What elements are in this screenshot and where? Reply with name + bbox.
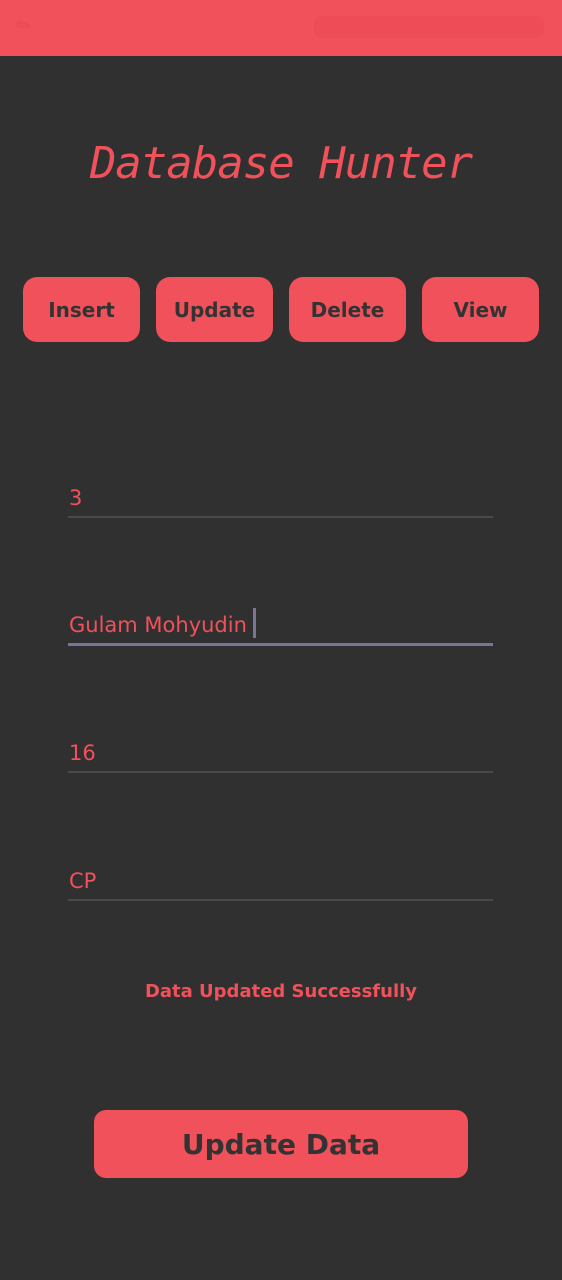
status-bar: ✎ xyxy=(0,0,562,56)
insert-button[interactable]: Insert xyxy=(23,277,140,342)
age-field-underline xyxy=(68,771,493,773)
course-field-underline xyxy=(68,899,493,901)
update-data-button[interactable]: Update Data xyxy=(94,1110,468,1178)
text-cursor xyxy=(252,608,256,638)
status-message: Data Updated Successfully xyxy=(144,981,418,1002)
delete-button[interactable]: Delete xyxy=(289,277,406,342)
name-field-underline xyxy=(68,643,493,646)
view-button[interactable]: View xyxy=(422,277,539,342)
course-field[interactable]: CP xyxy=(68,851,493,901)
update-button[interactable]: Update xyxy=(156,277,273,342)
id-field[interactable]: 3 xyxy=(68,468,493,518)
name-field-value: Gulam Mohyudin xyxy=(69,613,247,637)
name-field-value-wrapper: Gulam Mohyudin xyxy=(69,608,256,638)
age-field[interactable]: 16 xyxy=(68,723,493,773)
id-field-value: 3 xyxy=(69,486,83,510)
name-field[interactable]: Gulam Mohyudin xyxy=(68,596,493,646)
id-field-underline xyxy=(68,516,493,518)
age-field-value: 16 xyxy=(69,741,96,765)
app-title: Database Hunter xyxy=(89,138,473,189)
status-bar-icons xyxy=(314,16,544,38)
course-field-value: CP xyxy=(69,869,97,893)
edit-icon: ✎ xyxy=(12,12,37,39)
